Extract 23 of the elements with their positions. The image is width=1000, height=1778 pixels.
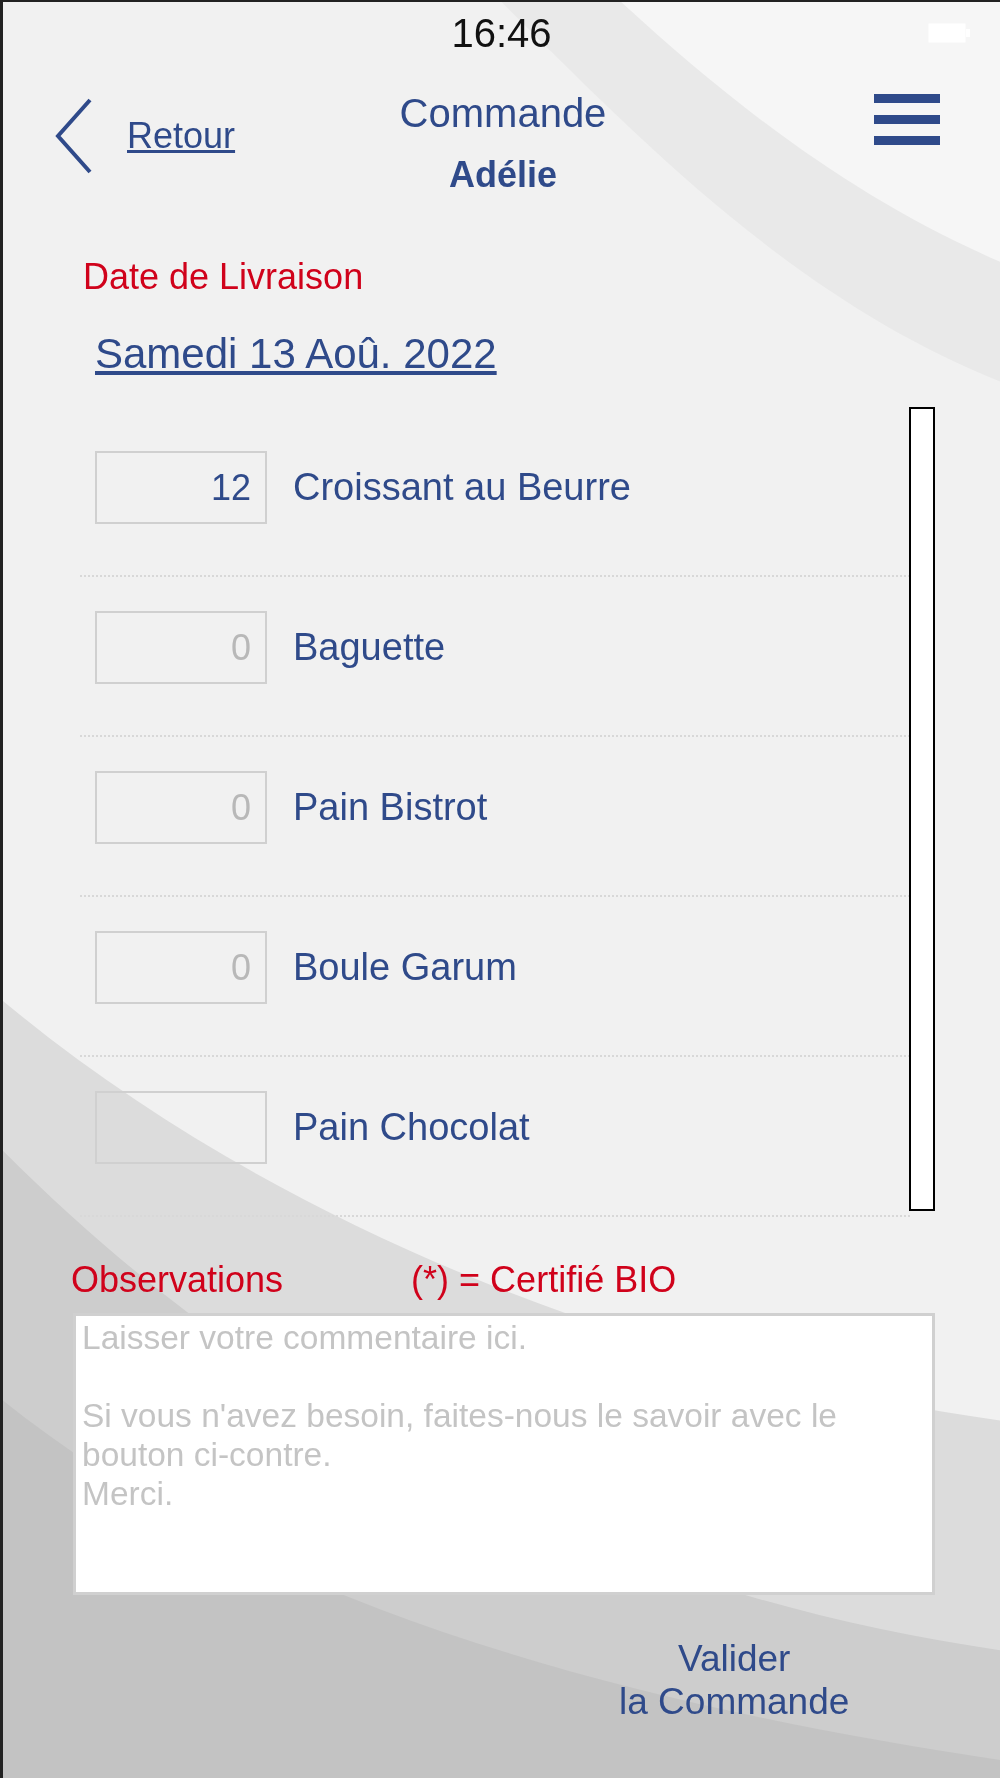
delivery-date-link[interactable]: Samedi 13 Aoû. 2022 (95, 322, 497, 385)
page-title: Commande (398, 90, 608, 137)
quantity-field[interactable]: 0 (95, 771, 267, 844)
comment-field[interactable]: Laisser votre commentaire ici. Si vous n'avez besoin, faites-nous le savoir avec le bouton ci-contre. Merci. (73, 1313, 935, 1595)
quantity-field[interactable]: 12 (95, 451, 267, 524)
quantity-field[interactable] (95, 1091, 267, 1164)
submit-order-button[interactable]: Valider la Commande (619, 1637, 850, 1723)
quantity-field[interactable]: 0 (95, 931, 267, 1004)
back-link[interactable]: Retour (55, 98, 236, 174)
customer-name: Adélie (447, 153, 558, 197)
delivery-date-label: Date de Livraison (83, 255, 365, 299)
bio-legend: (*) = Certifié BIO (411, 1253, 677, 1307)
product-name: Boule Garum (293, 945, 517, 990)
scrollbar[interactable] (909, 407, 935, 1211)
product-name: Pain Bistrot (293, 785, 488, 830)
chevron-left-icon (55, 98, 93, 174)
quantity-field[interactable]: 0 (95, 611, 267, 684)
observations-label: Observations (71, 1258, 284, 1302)
menu-icon[interactable] (874, 94, 940, 146)
product-name: Pain Chocolat (293, 1105, 530, 1150)
product-name: Baguette (293, 625, 446, 670)
product-name: Croissant au Beurre (293, 465, 631, 510)
status-time: 16:46 (451, 10, 552, 57)
